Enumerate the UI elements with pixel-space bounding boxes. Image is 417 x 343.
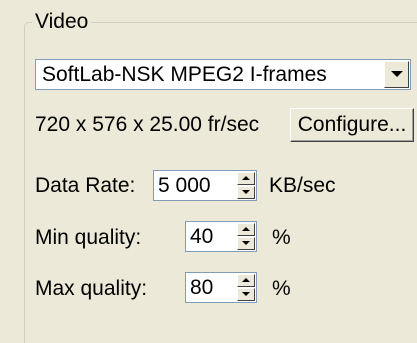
max-quality-down-button[interactable] xyxy=(237,288,255,301)
min-quality-label: Min quality: xyxy=(35,226,142,249)
codec-select[interactable]: SoftLab-NSK MPEG2 I-frames xyxy=(35,59,411,90)
codec-select-value: SoftLab-NSK MPEG2 I-frames xyxy=(42,63,327,86)
arrow-up-icon xyxy=(242,227,250,231)
arrow-down-icon xyxy=(242,190,250,194)
arrow-down-icon xyxy=(242,292,250,296)
video-group-legend: Video xyxy=(32,9,92,35)
chevron-down-icon xyxy=(391,71,403,77)
data-rate-spinner xyxy=(237,172,255,199)
max-quality-spinner xyxy=(237,274,255,301)
max-quality-label: Max quality: xyxy=(35,277,148,300)
min-quality-spinner xyxy=(237,223,255,250)
min-quality-down-button[interactable] xyxy=(237,237,255,250)
max-quality-unit: % xyxy=(272,277,291,300)
max-quality-value: 80 xyxy=(190,276,214,299)
data-rate-up-button[interactable] xyxy=(237,172,255,185)
codec-dropdown-button[interactable] xyxy=(384,61,409,88)
max-quality-up-button[interactable] xyxy=(237,274,255,287)
data-rate-down-button[interactable] xyxy=(237,186,255,199)
arrow-up-icon xyxy=(242,176,250,180)
arrow-up-icon xyxy=(242,278,250,282)
min-quality-value: 40 xyxy=(190,225,214,248)
data-rate-value: 5 000 xyxy=(158,174,211,197)
format-info: 720 x 576 x 25.00 fr/sec xyxy=(35,113,260,136)
arrow-down-icon xyxy=(242,241,250,245)
data-rate-label: Data Rate: xyxy=(35,174,136,197)
configure-button[interactable]: Configure... xyxy=(290,108,414,142)
min-quality-up-button[interactable] xyxy=(237,223,255,236)
max-quality-input[interactable]: 80 xyxy=(185,272,257,303)
data-rate-unit: KB/sec xyxy=(269,174,336,197)
min-quality-unit: % xyxy=(272,226,291,249)
min-quality-input[interactable]: 40 xyxy=(185,221,257,252)
data-rate-input[interactable]: 5 000 xyxy=(153,170,257,201)
